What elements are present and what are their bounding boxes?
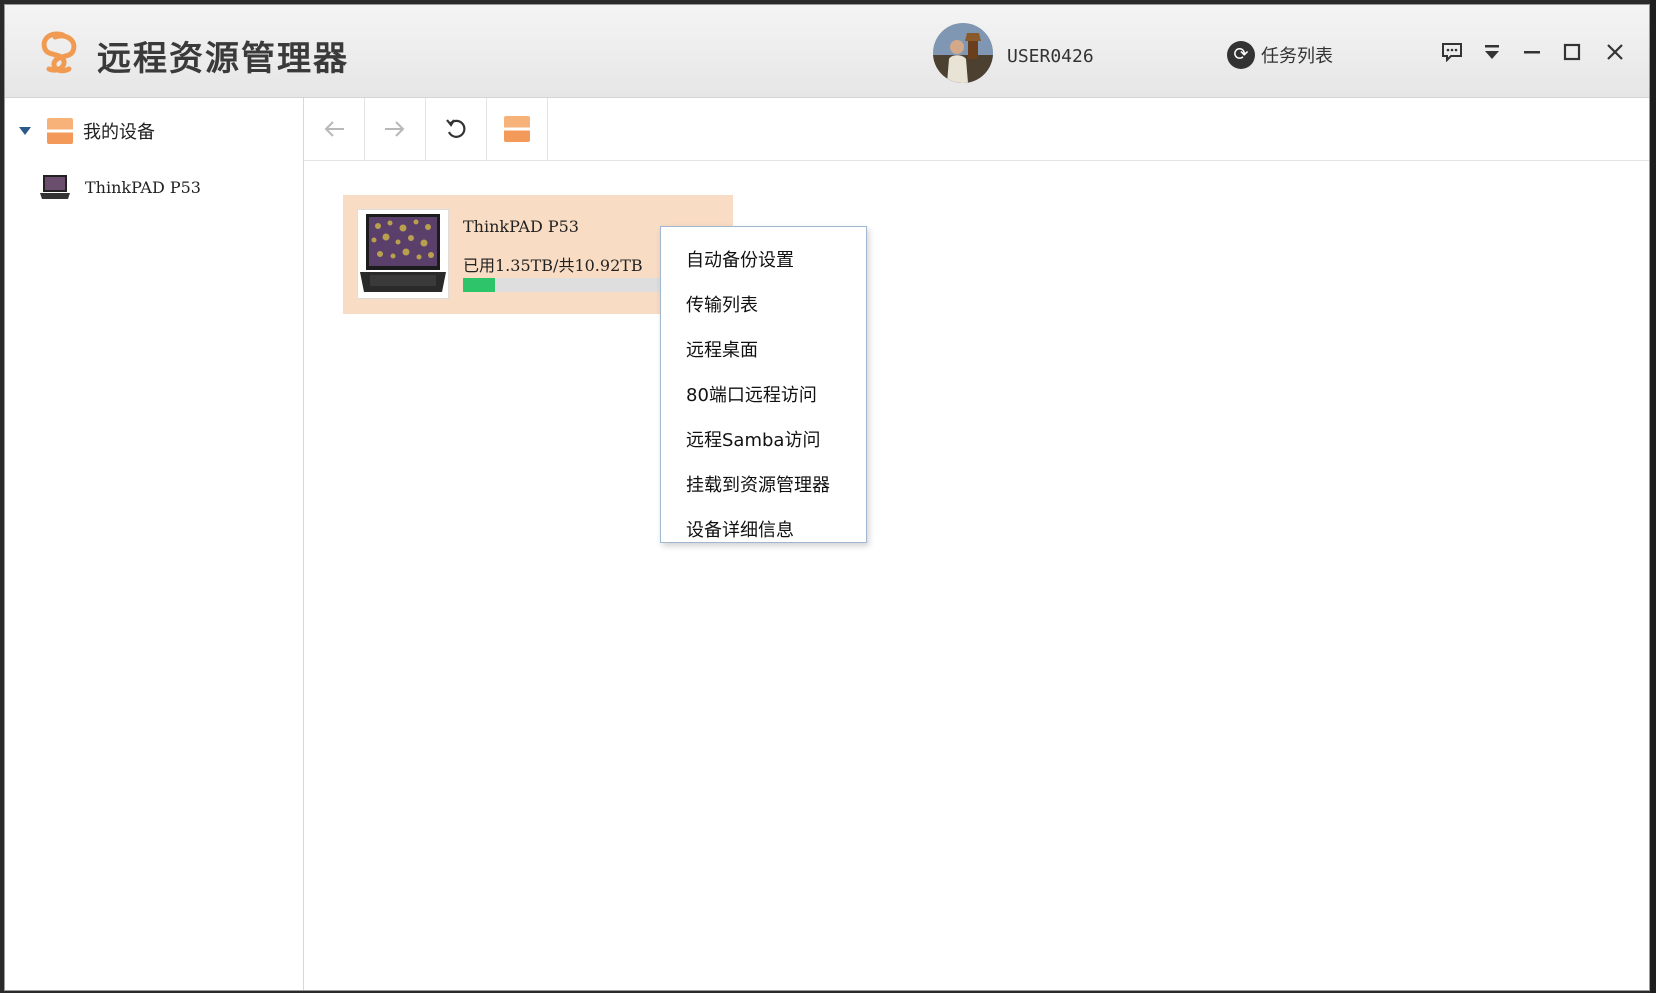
laptop-icon bbox=[40, 175, 70, 199]
desktop-edge bbox=[1650, 0, 1656, 993]
sidebar-item-label: ThinkPAD P53 bbox=[85, 177, 201, 197]
menu-item-port80-access[interactable]: 80端口远程访问 bbox=[661, 371, 866, 416]
title-bar: 远程资源管理器 USER0426 ⟳ 任务列表 bbox=[5, 5, 1649, 98]
menu-item-auto-backup[interactable]: 自动备份设置 bbox=[661, 236, 866, 281]
refresh-button[interactable] bbox=[426, 98, 487, 160]
device-icon bbox=[504, 116, 530, 142]
menu-item-device-details[interactable]: 设备详细信息 bbox=[661, 506, 866, 551]
forward-arrow-icon bbox=[385, 121, 405, 137]
maximize-icon bbox=[1563, 43, 1581, 61]
device-name: ThinkPAD P53 bbox=[463, 217, 579, 236]
sidebar-item-my-devices[interactable]: 我的设备 bbox=[19, 118, 155, 144]
close-button[interactable] bbox=[1600, 37, 1630, 67]
app-title: 远程资源管理器 bbox=[97, 39, 349, 79]
expand-triangle-icon[interactable] bbox=[19, 127, 31, 135]
menu-dropdown-button[interactable] bbox=[1477, 37, 1507, 67]
context-menu: 自动备份设置 传输列表 远程桌面 80端口远程访问 远程Samba访问 挂载到资… bbox=[660, 226, 867, 543]
username[interactable]: USER0426 bbox=[1007, 46, 1094, 67]
toolbar bbox=[304, 98, 1649, 161]
dropdown-menu-icon bbox=[1485, 45, 1499, 59]
device-thumbnail bbox=[357, 209, 449, 299]
minimize-button[interactable] bbox=[1517, 37, 1547, 67]
feedback-icon bbox=[1442, 43, 1462, 62]
close-icon bbox=[1607, 44, 1623, 60]
back-button[interactable] bbox=[304, 98, 365, 160]
refresh-icon bbox=[446, 119, 466, 138]
sidebar-root-label: 我的设备 bbox=[83, 122, 155, 143]
menu-item-remote-desktop[interactable]: 远程桌面 bbox=[661, 326, 866, 371]
user-photo-icon bbox=[933, 23, 993, 83]
task-list-label: 任务列表 bbox=[1261, 46, 1333, 67]
forward-button[interactable] bbox=[365, 98, 426, 160]
device-view-button[interactable] bbox=[487, 98, 548, 160]
storage-usage-fill bbox=[463, 278, 495, 292]
device-usage: 已用1.35TB/共10.92TB bbox=[463, 256, 643, 275]
feedback-button[interactable] bbox=[1437, 37, 1467, 67]
sidebar-item-thinkpad[interactable]: ThinkPAD P53 bbox=[39, 173, 201, 201]
task-list-button[interactable]: ⟳ 任务列表 bbox=[1227, 41, 1333, 69]
minimize-icon bbox=[1524, 51, 1540, 54]
maximize-button[interactable] bbox=[1557, 37, 1587, 67]
back-arrow-icon bbox=[324, 121, 344, 137]
sidebar: 我的设备 ThinkPAD P53 bbox=[5, 98, 304, 990]
menu-item-mount-explorer[interactable]: 挂载到资源管理器 bbox=[661, 461, 866, 506]
app-window: 远程资源管理器 USER0426 ⟳ 任务列表 我的设备 ThinkPAD P5… bbox=[4, 4, 1650, 991]
main-content: ThinkPAD P53 已用1.35TB/共10.92TB bbox=[304, 162, 1649, 990]
menu-item-transfer-list[interactable]: 传输列表 bbox=[661, 281, 866, 326]
device-group-icon bbox=[47, 118, 73, 144]
menu-item-samba-access[interactable]: 远程Samba访问 bbox=[661, 416, 866, 461]
sync-icon: ⟳ bbox=[1227, 41, 1255, 69]
app-logo-icon bbox=[41, 31, 77, 74]
avatar[interactable] bbox=[933, 23, 993, 83]
laptop-image-icon bbox=[360, 214, 446, 292]
